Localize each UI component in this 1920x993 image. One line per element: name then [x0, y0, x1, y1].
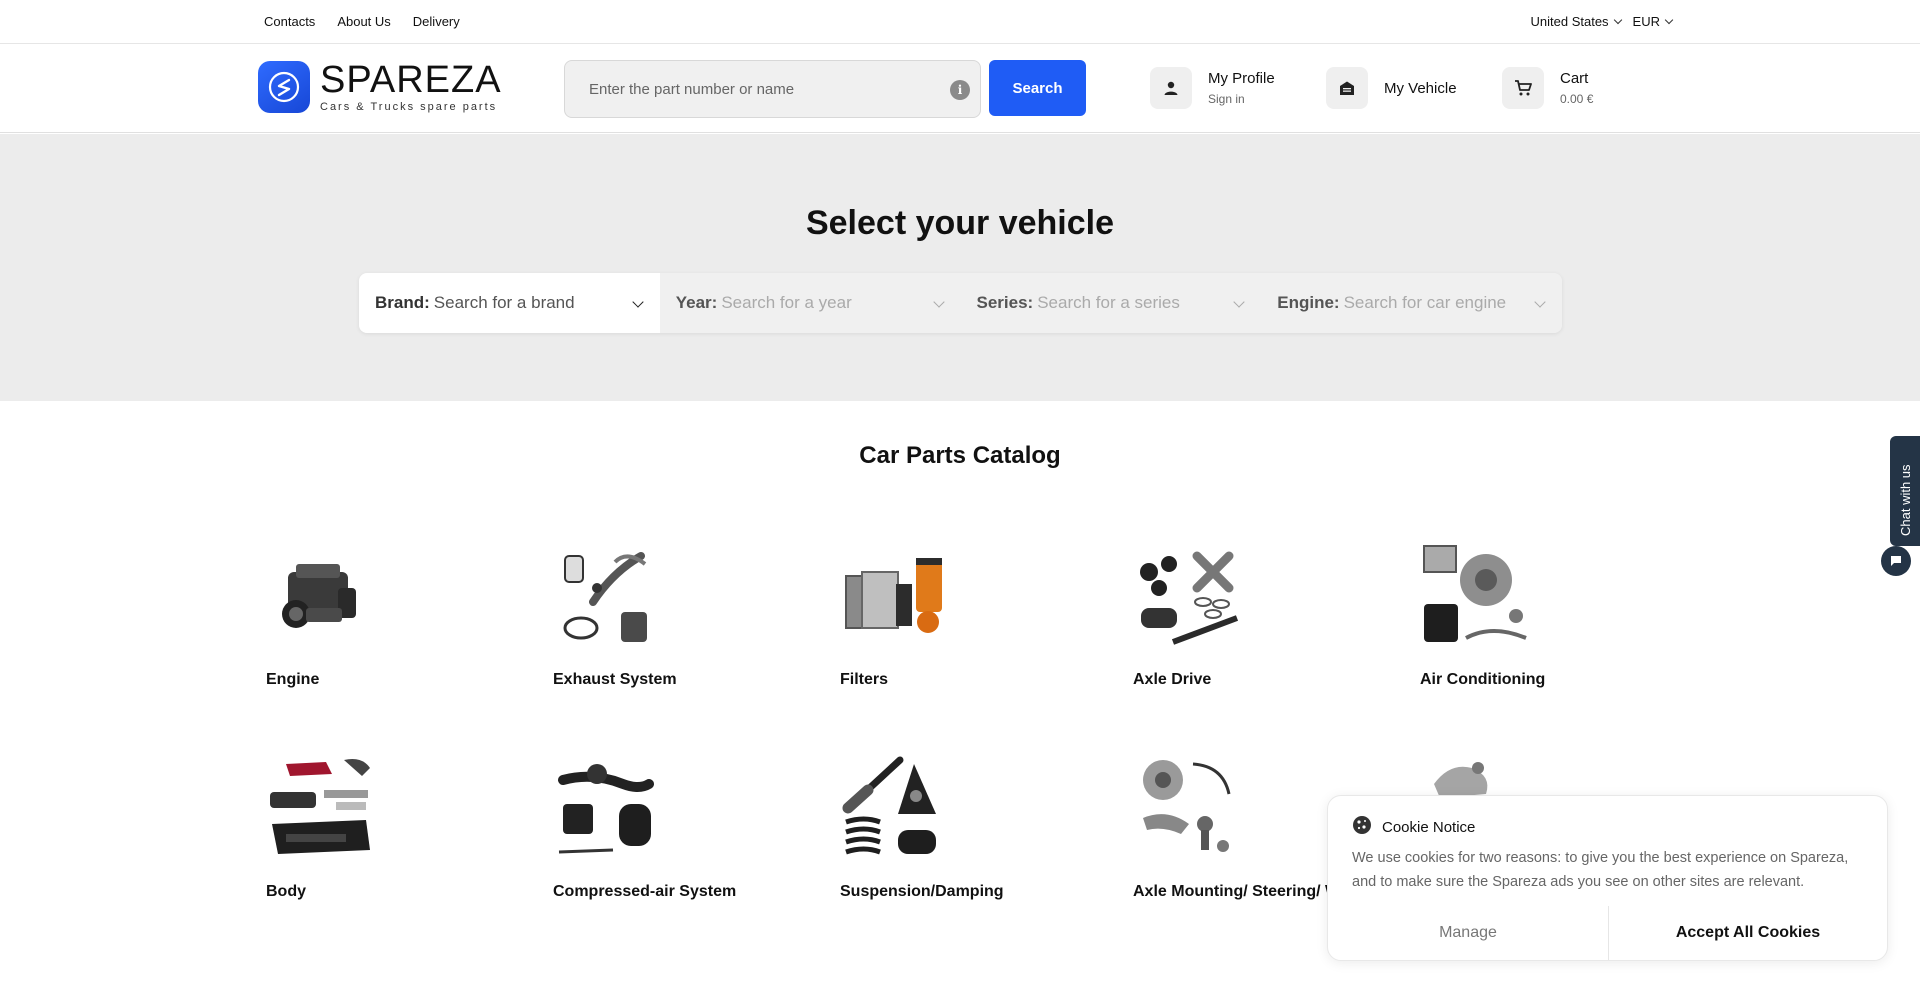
category-name: Axle Drive [1133, 671, 1212, 688]
main-header: SPAREZA Cars & Trucks spare parts i Sear… [0, 44, 1920, 133]
search-input[interactable] [565, 61, 925, 117]
cookie-title: Cookie Notice [1382, 818, 1476, 836]
cart-icon [1502, 67, 1544, 109]
vehicle-title: My Vehicle [1384, 79, 1457, 97]
exhaust-system-image [563, 552, 647, 642]
chat-label: Chat with us [1898, 464, 1913, 536]
chat-bubble-icon[interactable] [1881, 546, 1911, 576]
category-filters[interactable]: Filters [840, 542, 1090, 692]
air-conditioning-image [1423, 545, 1527, 642]
cookie-body: We use cookies for two reasons: to give … [1352, 850, 1849, 890]
year-placeholder: Search for a year [721, 293, 852, 312]
logo[interactable]: SPAREZA Cars & Trucks spare parts [258, 61, 502, 113]
category-name: Suspension/Damping [840, 883, 1004, 900]
chevron-down-icon [632, 296, 644, 308]
manage-cookies-button[interactable]: Manage [1328, 906, 1609, 960]
category-name: Air Conditioning [1420, 671, 1546, 688]
my-vehicle-button[interactable]: My Vehicle [1326, 67, 1457, 109]
cart-total: 0.00 € [1560, 92, 1594, 106]
my-profile-button[interactable]: My Profile Sign in [1150, 67, 1275, 109]
brand-placeholder: Search for a brand [433, 293, 575, 312]
user-icon [1150, 67, 1192, 109]
body-image [270, 759, 370, 854]
cookie-notice: Cookie Notice We use cookies for two rea… [1327, 795, 1888, 961]
about-us-link[interactable]: About Us [337, 14, 390, 29]
filters-image [845, 558, 942, 633]
suspension-damping-image [842, 756, 936, 855]
category-body[interactable]: Body [266, 754, 516, 904]
brand-label: Brand: [375, 293, 430, 312]
compressed-air-system-image [558, 764, 654, 854]
cart-button[interactable]: Cart 0.00 € [1502, 67, 1593, 109]
currency-select[interactable]: EUR [1632, 14, 1674, 29]
search-box: i [564, 60, 981, 118]
category-name: Filters [840, 671, 889, 688]
category-name: Compressed-air System [553, 883, 737, 900]
currency-value: EUR [1632, 14, 1660, 29]
vehicle-selector-section: Select your vehicle Brand: Search for a … [0, 134, 1920, 401]
chevron-down-icon [1233, 296, 1245, 308]
delivery-link[interactable]: Delivery [413, 14, 460, 29]
engine-image [282, 564, 356, 628]
axle-mounting-image [1143, 760, 1231, 852]
chat-tab[interactable]: Chat with us [1890, 436, 1920, 546]
country-value: United States [1530, 14, 1609, 29]
logo-brand: SPAREZA [320, 59, 502, 101]
category-exhaust-system[interactable]: Exhaust System [553, 542, 803, 692]
category-air-conditioning[interactable]: Air Conditioning [1420, 542, 1670, 692]
year-label: Year: [675, 293, 718, 312]
brand-select[interactable]: Brand: Search for a brand [359, 273, 660, 333]
year-select[interactable]: Year: Search for a year [659, 273, 961, 333]
top-bar: Contacts About Us Delivery United States… [0, 0, 1920, 44]
category-name: Exhaust System [553, 671, 677, 688]
axle-drive-image [1140, 551, 1239, 645]
sign-in-link[interactable]: Sign in [1208, 92, 1275, 106]
engine-label: Engine: [1277, 293, 1340, 312]
vehicle-selectors: Brand: Search for a brand Year: Search f… [359, 273, 1562, 333]
category-name: Engine [266, 671, 320, 688]
accept-all-cookies-button[interactable]: Accept All Cookies [1609, 906, 1887, 960]
contacts-link[interactable]: Contacts [264, 14, 315, 29]
logo-tagline: Cars & Trucks spare parts [320, 101, 498, 113]
hero-title: Select your vehicle [805, 204, 1115, 242]
series-label: Series: [976, 293, 1034, 312]
category-compressed-air-system[interactable]: Compressed-air System [553, 754, 803, 904]
cart-title: Cart [1560, 70, 1589, 87]
cookie-icon [1352, 815, 1372, 839]
category-name: Body [266, 883, 306, 900]
engine-placeholder: Search for car engine [1343, 293, 1507, 312]
search-button[interactable]: Search [989, 60, 1086, 116]
garage-icon [1326, 67, 1368, 109]
catalog-title: Car Parts Catalog [859, 442, 1061, 469]
info-icon[interactable]: i [950, 80, 970, 100]
chevron-down-icon [932, 296, 945, 308]
country-select[interactable]: United States [1530, 14, 1622, 29]
category-engine[interactable]: Engine [266, 542, 516, 692]
chevron-down-icon [1534, 296, 1546, 308]
engine-select[interactable]: Engine: Search for car engine [1261, 273, 1562, 333]
series-select[interactable]: Series: Search for a series [960, 273, 1262, 333]
profile-title: My Profile [1208, 70, 1275, 87]
logo-mark-icon [258, 61, 310, 113]
locale-selectors: United States EUR [1530, 14, 1674, 29]
series-placeholder: Search for a series [1037, 293, 1180, 312]
category-suspension-damping[interactable]: Suspension/Damping [840, 754, 1090, 904]
top-links: Contacts About Us Delivery [264, 14, 460, 29]
category-axle-drive[interactable]: Axle Drive [1133, 542, 1383, 692]
chevron-down-icon [1664, 15, 1674, 25]
chevron-down-icon [1613, 15, 1622, 25]
